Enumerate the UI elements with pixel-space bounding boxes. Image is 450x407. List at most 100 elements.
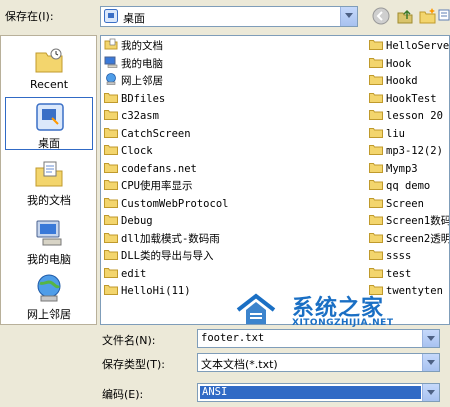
file-item[interactable]: BDfiles xyxy=(104,91,165,107)
file-name: edit xyxy=(121,267,147,280)
up-folder-button[interactable] xyxy=(396,7,416,27)
folder-icon xyxy=(104,283,118,295)
file-item[interactable]: CatchScreen xyxy=(104,126,191,142)
place-desktop[interactable]: 桌面 xyxy=(5,97,93,150)
up-folder-icon xyxy=(397,9,413,24)
file-item[interactable]: 网上邻居 xyxy=(104,73,163,89)
file-name: Hook xyxy=(386,57,412,70)
file-item[interactable]: Clock xyxy=(104,143,153,159)
file-item[interactable]: c32asm xyxy=(104,108,159,124)
file-name: CatchScreen xyxy=(121,127,191,140)
file-item[interactable]: qq demo xyxy=(369,178,430,194)
file-item[interactable]: HookTest xyxy=(369,91,437,107)
places-bar: Recent 桌面 我的文档 我的电脑 网上邻居 xyxy=(0,35,97,325)
file-item[interactable]: Debug xyxy=(104,213,153,229)
file-name: dll加载模式-数码雨 xyxy=(121,232,220,245)
file-name: Clock xyxy=(121,145,153,157)
file-item[interactable]: codefans.net xyxy=(104,161,197,177)
chevron-down-icon xyxy=(340,7,357,26)
my-documents-icon xyxy=(33,159,65,189)
filename-input[interactable]: footer.txt xyxy=(197,329,440,348)
folder-icon xyxy=(369,38,383,50)
folder-icon xyxy=(369,126,383,138)
chevron-down-icon[interactable] xyxy=(422,330,439,347)
network-icon xyxy=(104,73,118,85)
location-value: 桌面 xyxy=(123,12,145,25)
file-name: c32asm xyxy=(121,110,159,122)
file-item[interactable]: Hookd xyxy=(369,73,418,89)
filename-value: footer.txt xyxy=(201,332,265,344)
place-label: 我的电脑 xyxy=(27,253,71,266)
file-name: Mymp3 xyxy=(386,162,418,175)
file-list[interactable]: 我的文档我的电脑网上邻居 BDfiles c32asm CatchScreen Cloc… xyxy=(100,35,450,325)
file-name: 网上邻居 xyxy=(121,75,163,87)
folder-icon xyxy=(104,161,118,173)
file-item[interactable]: mp3-12(2) xyxy=(369,143,443,159)
desktop-icon xyxy=(104,9,118,23)
place-recent[interactable]: Recent xyxy=(5,41,93,96)
file-item[interactable]: HelloServer xyxy=(369,38,450,54)
folder-icon xyxy=(104,213,118,225)
file-item[interactable]: Screen xyxy=(369,196,424,212)
file-name: CPU使用率显示 xyxy=(121,180,193,192)
place-label: 我的文档 xyxy=(27,194,71,207)
folder-icon xyxy=(369,161,383,173)
file-item[interactable]: test xyxy=(369,266,411,282)
file-name: HelloHi(11) xyxy=(121,285,191,297)
file-item[interactable]: dll加载模式-数码雨 xyxy=(104,231,220,247)
folder-icon xyxy=(369,56,383,68)
folder-icon xyxy=(104,196,118,208)
file-name: ssss xyxy=(386,250,412,262)
file-item[interactable]: Screen1数码 xyxy=(369,213,449,229)
encoding-label: 编码(E): xyxy=(102,388,144,401)
my-computer-icon xyxy=(104,56,118,68)
desktop-icon xyxy=(34,102,66,132)
place-network[interactable]: 网上邻居 xyxy=(5,269,93,324)
views-icon xyxy=(438,9,450,21)
file-name: Screen xyxy=(386,197,424,210)
new-folder-button[interactable] xyxy=(419,7,439,27)
file-name: CustomWebProtocol xyxy=(121,197,229,210)
file-item[interactable]: CPU使用率显示 xyxy=(104,178,192,194)
place-my-documents[interactable]: 我的文档 xyxy=(5,155,93,210)
folder-icon xyxy=(369,213,383,225)
file-name: liu xyxy=(386,127,405,140)
file-item[interactable]: 我的文档 xyxy=(104,38,163,54)
back-button[interactable] xyxy=(372,7,392,27)
back-arrow-icon xyxy=(372,7,390,25)
file-name: lesson 20 xyxy=(386,110,443,122)
my-computer-icon xyxy=(33,218,65,248)
file-name: qq demo xyxy=(386,180,431,192)
file-item[interactable]: DLL类的导出与导入 xyxy=(104,248,213,264)
views-menu-button[interactable] xyxy=(438,7,450,27)
folder-icon xyxy=(369,108,383,120)
file-item[interactable]: edit xyxy=(104,266,146,282)
file-item[interactable]: 我的电脑 xyxy=(104,56,163,72)
file-item[interactable]: HelloHi(11) xyxy=(104,283,191,299)
file-item[interactable]: lesson 20 xyxy=(369,108,443,124)
folder-icon xyxy=(104,126,118,138)
filename-label: 文件名(N): xyxy=(102,334,156,347)
folder-icon xyxy=(104,91,118,103)
encoding-dropdown[interactable]: ANSI xyxy=(197,383,440,402)
filetype-dropdown[interactable]: 文本文档(*.txt) xyxy=(197,353,440,372)
file-name: mp3-12(2) xyxy=(386,145,443,157)
file-item[interactable]: liu xyxy=(369,126,405,142)
place-label: 桌面 xyxy=(38,137,60,150)
folder-icon xyxy=(369,73,383,85)
file-item[interactable]: Hook xyxy=(369,56,411,72)
filetype-label: 保存类型(T): xyxy=(102,358,166,371)
file-name: codefans.net xyxy=(121,162,197,175)
encoding-value: ANSI xyxy=(200,386,421,399)
file-name: HelloServer xyxy=(386,40,450,52)
folder-icon xyxy=(369,231,383,243)
file-item[interactable]: Mymp3 xyxy=(369,161,418,177)
file-item[interactable]: CustomWebProtocol xyxy=(104,196,228,212)
file-name: DLL类的导出与导入 xyxy=(121,250,214,262)
file-item[interactable]: ssss xyxy=(369,248,411,264)
file-item[interactable]: Screen2透明 xyxy=(369,231,449,247)
place-my-computer[interactable]: 我的电脑 xyxy=(5,214,93,269)
folder-icon xyxy=(104,231,118,243)
location-dropdown[interactable]: 桌面 xyxy=(100,6,358,27)
folder-icon xyxy=(369,266,383,278)
